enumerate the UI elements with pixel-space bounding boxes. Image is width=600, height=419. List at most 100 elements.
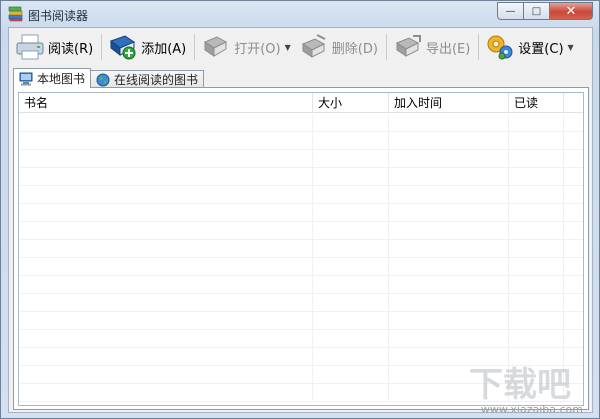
export-label: 导出(E)	[425, 41, 471, 57]
list-grid-cell	[389, 294, 509, 311]
add-book-icon	[110, 35, 136, 60]
list-grid-cell	[19, 330, 313, 347]
tab-local-books[interactable]: 本地图书	[13, 68, 92, 88]
list-grid-cell	[389, 204, 509, 221]
printer-icon	[16, 34, 44, 60]
list-grid-row	[19, 168, 583, 186]
list-grid-cell	[313, 276, 389, 293]
maximize-button[interactable]: □	[523, 2, 549, 20]
window-controls: — □ ✕	[497, 2, 593, 20]
list-grid-row	[19, 294, 583, 312]
list-grid-cell	[19, 258, 313, 275]
list-grid-cell	[389, 240, 509, 257]
open-button[interactable]: 打开(O) ▼	[198, 31, 294, 63]
list-grid-cell	[389, 168, 509, 185]
list-grid-cell	[313, 366, 389, 383]
tab-strip: 本地图书 在线阅读的图书	[13, 68, 205, 88]
list-grid-cell	[509, 168, 564, 185]
list-grid-cell	[313, 384, 389, 401]
add-button[interactable]: 添加(A)	[105, 31, 189, 63]
list-grid-cell	[19, 204, 313, 221]
minimize-button[interactable]: —	[497, 2, 523, 20]
list-grid-cell	[564, 294, 583, 311]
list-grid-cell	[313, 258, 389, 275]
list-grid-cell	[564, 186, 583, 203]
list-grid-cell	[509, 312, 564, 329]
delete-label: 删除(D)	[331, 41, 378, 57]
list-grid-cell	[19, 384, 313, 401]
column-header-added-time[interactable]: 加入时间	[389, 93, 509, 113]
list-grid-cell	[564, 312, 583, 329]
list-grid-row	[19, 258, 583, 276]
list-grid-cell	[313, 204, 389, 221]
tab-online-books[interactable]: 在线阅读的图书	[90, 70, 205, 88]
list-grid-cell	[313, 150, 389, 167]
list-grid-cell	[509, 330, 564, 347]
list-grid-cell	[564, 204, 583, 221]
list-grid-cell	[509, 204, 564, 221]
toolbar: 阅读(R) 添加(A) 打开(O) ▼ 删除(D) 导出(E) 设置(C) ▼	[9, 28, 592, 66]
list-grid-cell	[389, 132, 509, 149]
list-grid-cell	[19, 114, 313, 131]
settings-gears-icon	[487, 35, 513, 60]
settings-button[interactable]: 设置(C) ▼	[482, 31, 576, 63]
delete-button[interactable]: 删除(D)	[296, 31, 381, 63]
window-title: 图书阅读器	[28, 9, 89, 23]
list-grid-row	[19, 132, 583, 150]
open-dropdown-arrow-icon[interactable]: ▼	[285, 43, 291, 52]
list-grid-cell	[564, 330, 583, 347]
list-grid-cell	[389, 114, 509, 131]
toolbar-separator	[101, 34, 103, 60]
list-grid-row	[19, 186, 583, 204]
list-grid-cell	[509, 186, 564, 203]
list-grid-cell	[509, 258, 564, 275]
list-grid-cell	[564, 168, 583, 185]
list-grid-cell	[19, 294, 313, 311]
list-grid-cell	[509, 240, 564, 257]
list-grid-cell	[19, 276, 313, 293]
list-grid-cell	[564, 132, 583, 149]
books-list-header: 书名 大小 加入时间 已读	[19, 93, 583, 113]
close-button[interactable]: ✕	[549, 2, 593, 20]
export-book-icon	[395, 35, 421, 57]
list-grid-cell	[389, 312, 509, 329]
app-window: 图书阅读器 — □ ✕ 阅读(R) 添加(A) 打开(O) ▼ 删除(D) 导出…	[0, 0, 600, 419]
list-grid-cell	[389, 258, 509, 275]
list-grid-cell	[389, 186, 509, 203]
list-grid-cell	[313, 132, 389, 149]
list-grid-cell	[313, 312, 389, 329]
maximize-icon: □	[531, 5, 542, 17]
settings-label: 设置(C)	[518, 41, 564, 57]
list-grid-cell	[313, 330, 389, 347]
column-header-title[interactable]: 书名	[19, 93, 313, 113]
settings-dropdown-arrow-icon[interactable]: ▼	[568, 43, 574, 52]
close-icon: ✕	[565, 3, 577, 19]
list-grid-cell	[564, 114, 583, 131]
title-bar[interactable]: 图书阅读器 — □ ✕	[1, 1, 599, 27]
list-grid-cell	[19, 240, 313, 257]
list-grid-cell	[564, 150, 583, 167]
column-header-size[interactable]: 大小	[313, 93, 389, 113]
list-grid-row	[19, 276, 583, 294]
list-grid-row	[19, 150, 583, 168]
list-grid-cell	[313, 348, 389, 365]
list-grid-row	[19, 222, 583, 240]
books-app-icon	[8, 6, 23, 22]
column-header-read[interactable]: 已读	[509, 93, 564, 113]
read-button[interactable]: 阅读(R)	[12, 31, 96, 63]
tab-online-books-label: 在线阅读的图书	[114, 73, 199, 87]
list-grid-cell	[509, 222, 564, 239]
list-grid-cell	[19, 150, 313, 167]
open-label: 打开(O)	[234, 41, 281, 57]
computer-icon	[19, 72, 33, 85]
tab-local-books-label: 本地图书	[37, 72, 86, 86]
list-grid-cell	[564, 276, 583, 293]
list-grid-cell	[19, 186, 313, 203]
list-grid-row	[19, 114, 583, 132]
export-button[interactable]: 导出(E)	[390, 31, 473, 63]
list-grid-cell	[19, 132, 313, 149]
globe-icon	[96, 73, 110, 86]
list-grid-cell	[509, 150, 564, 167]
list-grid-cell	[19, 222, 313, 239]
list-grid-row	[19, 330, 583, 348]
